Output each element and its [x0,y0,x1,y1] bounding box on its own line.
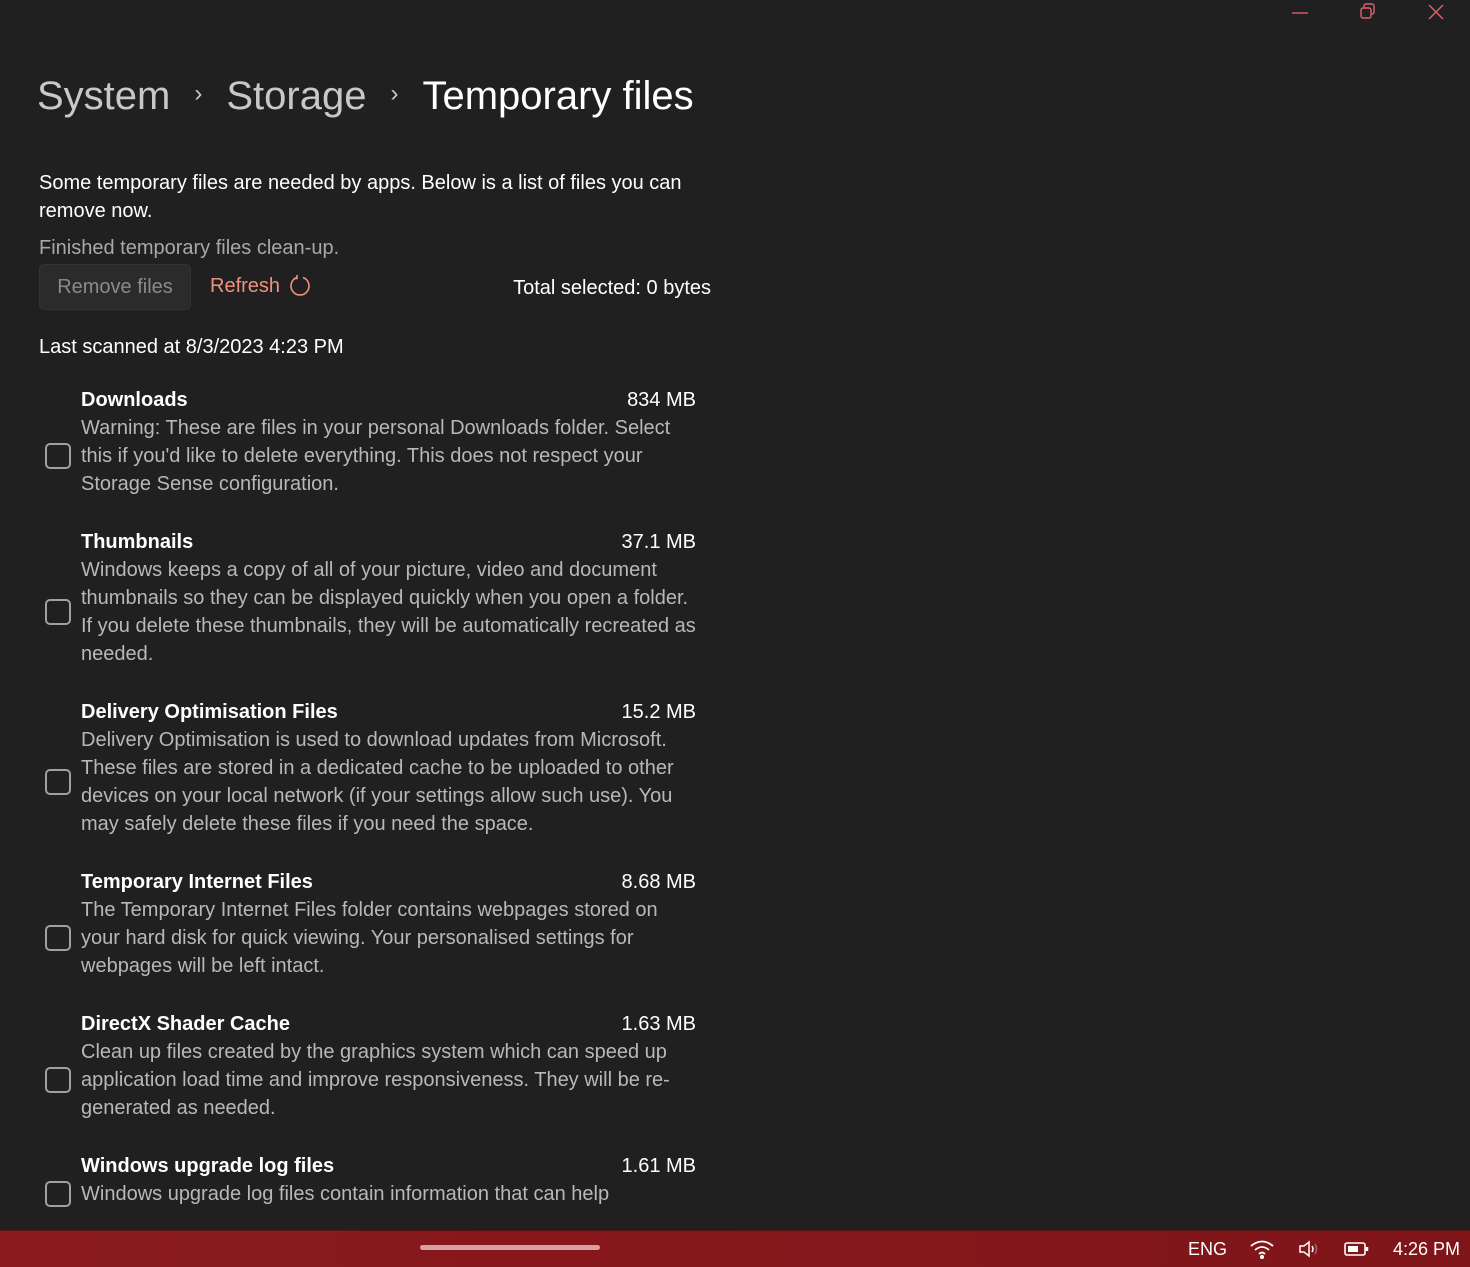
temp-file-list: Downloads 834 MB Warning: These are files … [39,386,699,1238]
restore-icon [1360,3,1375,19]
refresh-icon [290,275,310,296]
page-title: Temporary files [422,74,694,118]
item-description: Clean up files created by the graphics s… [81,1041,670,1119]
breadcrumb-separator: › [194,79,203,107]
temp-file-item: DirectX Shader Cache 1.63 MB Clean up file… [39,1010,699,1122]
breadcrumb: System › Storage › Temporary files [37,74,694,119]
window-controls [1266,0,1470,24]
close-button[interactable] [1402,0,1470,24]
item-description: The Temporary Internet Files folder cont… [81,899,658,977]
temp-file-item: Temporary Internet Files 8.68 MB The Tempo… [39,868,699,980]
volume-icon[interactable] [1297,1239,1321,1259]
item-name: Delivery Optimisation Files [81,701,338,723]
clock[interactable]: 4:26 PM [1393,1239,1460,1260]
item-checkbox[interactable] [45,443,71,469]
item-size: 834 MB [627,389,696,411]
system-tray: ENG 4:26 PM [1188,1231,1470,1267]
item-size: 8.68 MB [621,871,696,893]
item-description: Warning: These are files in your persona… [81,417,671,495]
item-name: Thumbnails [81,531,194,553]
item-size: 37.1 MB [621,531,696,553]
item-checkbox[interactable] [45,1181,71,1207]
item-checkbox[interactable] [45,1067,71,1093]
intro-text: Some temporary files are needed by apps.… [39,172,682,222]
item-name: Windows upgrade log files [81,1155,335,1177]
taskbar: ENG 4:26 PM [0,1230,1470,1267]
refresh-label: Refresh [210,274,281,297]
temp-file-item: Thumbnails 37.1 MB Windows keeps a copy of… [39,528,699,668]
status-text: Finished temporary files clean-up. [39,237,340,259]
breadcrumb-separator: › [390,79,399,107]
item-description: Windows keeps a copy of all of your pict… [81,559,696,665]
item-checkbox[interactable] [45,599,71,625]
item-size: 15.2 MB [621,701,696,723]
refresh-button[interactable]: Refresh [210,274,312,298]
item-size: 1.63 MB [621,1013,696,1035]
restore-button[interactable] [1334,0,1402,24]
actions-row: Remove files Refresh Total selected: 0 b… [39,264,711,310]
gesture-bar[interactable] [420,1245,600,1250]
temp-file-item: Downloads 834 MB Warning: These are files … [39,386,699,498]
last-scanned: Last scanned at 8/3/2023 4:23 PM [39,336,344,358]
remove-files-button[interactable]: Remove files [39,264,191,310]
item-name: Downloads [81,389,188,411]
item-checkbox[interactable] [45,769,71,795]
minimize-button[interactable] [1266,0,1334,24]
item-name: DirectX Shader Cache [81,1013,290,1035]
item-description: Delivery Optimisation is used to downloa… [81,729,674,835]
breadcrumb-storage[interactable]: Storage [226,74,366,119]
item-checkbox[interactable] [45,925,71,951]
wifi-icon[interactable] [1249,1239,1275,1259]
temp-file-item: Windows upgrade log files 1.61 MB Windows … [39,1152,699,1208]
item-name: Temporary Internet Files [81,871,313,893]
item-size: 1.61 MB [621,1155,696,1177]
minimize-icon [1292,12,1308,14]
close-icon [1428,4,1444,20]
total-selected: Total selected: 0 bytes [513,277,711,299]
battery-icon[interactable] [1343,1239,1371,1259]
language-indicator[interactable]: ENG [1188,1239,1227,1260]
breadcrumb-system[interactable]: System [37,74,170,119]
item-description: Windows upgrade log files contain inform… [81,1183,610,1205]
temp-file-item: Delivery Optimisation Files 15.2 MB Delive… [39,698,699,838]
